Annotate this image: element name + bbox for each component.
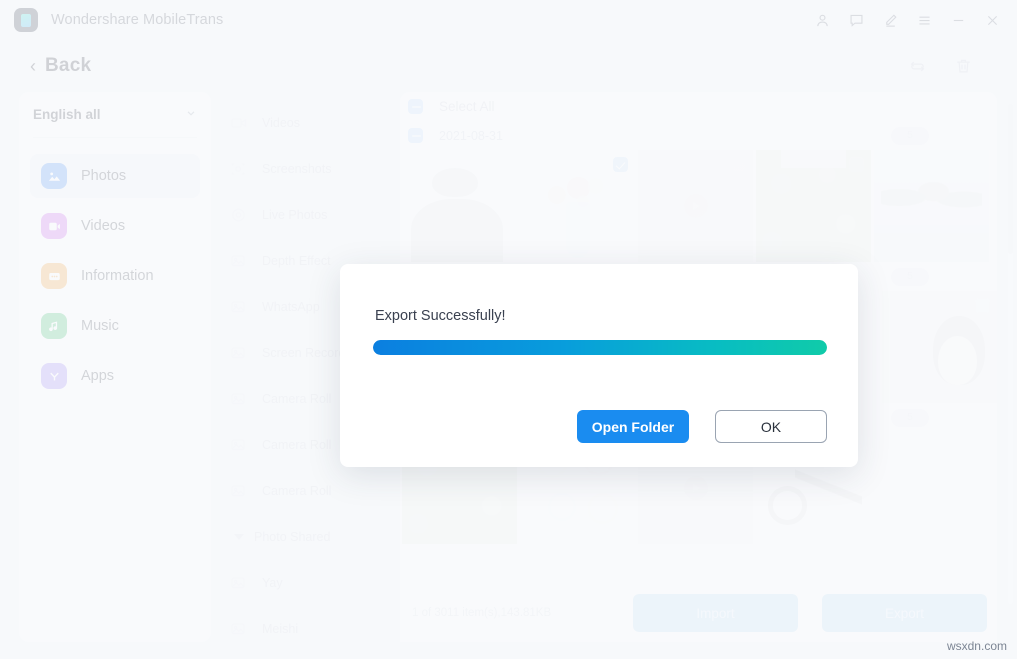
ok-button[interactable]: OK bbox=[715, 410, 827, 443]
progress-bar-fill bbox=[373, 340, 827, 355]
dialog-title: Export Successfully! bbox=[375, 308, 506, 324]
dialog-actions: Open Folder OK bbox=[577, 410, 827, 443]
watermark: wsxdn.com bbox=[947, 639, 1007, 653]
export-success-dialog: Export Successfully! Open Folder OK bbox=[340, 264, 858, 467]
app-window: Wondershare MobileTrans bbox=[0, 0, 1017, 659]
progress-bar-track bbox=[373, 340, 827, 355]
open-folder-button[interactable]: Open Folder bbox=[577, 410, 689, 443]
